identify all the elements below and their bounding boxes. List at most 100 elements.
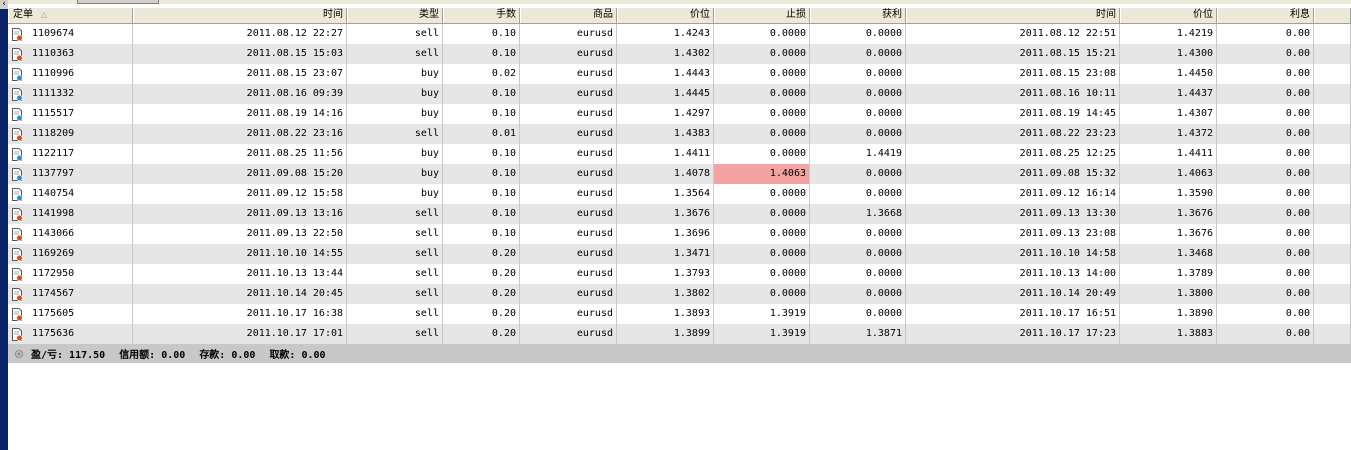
table-row[interactable]: 1109674 2011.08.12 22:27 sell 0.10 eurusd 1.4… [8,24,1351,44]
ticket-cell[interactable]: 1137797 [8,164,133,184]
symbol-cell: eurusd [520,24,617,44]
ticket-cell[interactable]: 1110996 [8,64,133,84]
type-cell: sell [347,244,443,264]
table-row[interactable]: 1140754 2011.09.12 15:58 buy 0.10 eurusd 1.35… [8,184,1351,204]
table-row[interactable]: 1172950 2011.10.13 13:44 sell 0.20 eurusd 1.3… [8,264,1351,284]
close-time-cell: 2011.08.16 10:11 [906,84,1120,104]
close-time-cell: 2011.08.25 12:25 [906,144,1120,164]
table-row[interactable]: 1175605 2011.10.17 16:38 sell 0.20 eurusd 1.3… [8,304,1351,324]
summary-deposit: 存款: 0.00 [199,350,256,361]
ticket-cell[interactable]: 1118209 [8,124,133,144]
close-price-cell: 1.4300 [1120,44,1217,64]
type-cell: sell [347,324,443,344]
swap-cell: 0.00 [1217,144,1314,164]
ticket-cell[interactable]: 1140754 [8,184,133,204]
close-time-cell: 2011.08.15 15:21 [906,44,1120,64]
table-row[interactable]: 1141998 2011.09.13 13:16 sell 0.10 eurusd 1.3… [8,204,1351,224]
close-price-cell: 1.3676 [1120,204,1217,224]
column-header-extra[interactable] [1314,8,1351,23]
table-row[interactable]: 1169269 2011.10.10 14:55 sell 0.20 eurusd 1.3… [8,244,1351,264]
take-profit-cell: 1.3871 [810,324,906,344]
column-header-symbol[interactable]: 商品 [520,8,617,23]
symbol-cell: eurusd [520,324,617,344]
collapse-arrow-icon[interactable]: ‹ [0,0,8,9]
table-row[interactable]: 1174567 2011.10.14 20:45 sell 0.20 eurusd 1.3… [8,284,1351,304]
table-row[interactable]: 1122117 2011.08.25 11:56 buy 0.10 eurusd 1.44… [8,144,1351,164]
sort-ascending-icon: △ [41,10,48,19]
open-price-cell: 1.3696 [617,224,714,244]
stop-loss-cell: 0.0000 [714,124,810,144]
lots-cell: 0.20 [443,284,520,304]
window-tab[interactable] [77,0,159,4]
table-row[interactable]: 1175636 2011.10.17 17:01 sell 0.20 eurusd 1.3… [8,324,1351,344]
table-row[interactable]: 1110363 2011.08.15 15:03 sell 0.10 eurusd 1.4… [8,44,1351,64]
sell-order-icon [12,247,23,261]
table-row[interactable]: 1137797 2011.09.08 15:20 buy 0.10 eurusd 1.40… [8,164,1351,184]
open-price-cell: 1.4445 [617,84,714,104]
column-header-ticket[interactable]: 定单 △ [8,8,133,23]
column-header-open-price[interactable]: 价位 [617,8,714,23]
table-row[interactable]: 1110996 2011.08.15 23:07 buy 0.02 eurusd 1.44… [8,64,1351,84]
lots-cell: 0.10 [443,84,520,104]
ticket-cell[interactable]: 1169269 [8,244,133,264]
ticket-cell[interactable]: 1174567 [8,284,133,304]
sell-order-icon [12,127,23,141]
buy-order-icon [12,107,23,121]
column-header-close-time[interactable]: 时间 [906,8,1120,23]
take-profit-cell: 0.0000 [810,264,906,284]
column-header-stop-loss[interactable]: 止损 [714,8,810,23]
ticket-cell[interactable]: 1175605 [8,304,133,324]
ticket-cell[interactable]: 1141998 [8,204,133,224]
table-row[interactable]: 1115517 2011.08.19 14:16 buy 0.10 eurusd 1.42… [8,104,1351,124]
close-time-cell: 2011.08.12 22:51 [906,24,1120,44]
table-row[interactable]: 1118209 2011.08.22 23:16 sell 0.01 eurusd 1.4… [8,124,1351,144]
swap-cell: 0.00 [1217,224,1314,244]
open-price-cell: 1.4078 [617,164,714,184]
open-time-cell: 2011.10.14 20:45 [133,284,347,304]
table-row[interactable]: 1143066 2011.09.13 22:50 sell 0.10 eurusd 1.3… [8,224,1351,244]
ticket-cell[interactable]: 1110363 [8,44,133,64]
ticket-cell[interactable]: 1172950 [8,264,133,284]
open-price-cell: 1.4243 [617,24,714,44]
column-header-type[interactable]: 类型 [347,8,443,23]
swap-cell: 0.00 [1217,64,1314,84]
type-cell: sell [347,204,443,224]
close-time-cell: 2011.10.10 14:58 [906,244,1120,264]
close-price-cell: 1.4372 [1120,124,1217,144]
table-row[interactable]: 1111332 2011.08.16 09:39 buy 0.10 eurusd 1.44… [8,84,1351,104]
column-header-lots[interactable]: 手数 [443,8,520,23]
sell-order-icon [12,227,23,241]
summary-withdrawal: 取款: 0.00 [269,350,326,361]
lots-cell: 0.20 [443,304,520,324]
column-header-swap[interactable]: 利息 [1217,8,1314,23]
stop-loss-cell: 0.0000 [714,104,810,124]
ticket-cell[interactable]: 1122117 [8,144,133,164]
close-time-cell: 2011.09.12 16:14 [906,184,1120,204]
ticket-cell[interactable]: 1115517 [8,104,133,124]
open-price-cell: 1.4383 [617,124,714,144]
column-header-take-profit[interactable]: 获利 [810,8,906,23]
column-header-open-time[interactable]: 时间 [133,8,347,23]
open-time-cell: 2011.08.15 23:07 [133,64,347,84]
open-price-cell: 1.3564 [617,184,714,204]
swap-cell: 0.00 [1217,24,1314,44]
ticket-number: 1141998 [32,208,75,219]
ticket-cell[interactable]: 1111332 [8,84,133,104]
close-price-cell: 1.4450 [1120,64,1217,84]
ticket-cell[interactable]: 1109674 [8,24,133,44]
open-time-cell: 2011.08.12 22:27 [133,24,347,44]
take-profit-cell: 0.0000 [810,164,906,184]
ticket-cell[interactable]: 1143066 [8,224,133,244]
take-profit-cell: 0.0000 [810,104,906,124]
stop-loss-cell: 0.0000 [714,44,810,64]
ticket-number: 1137797 [32,168,75,179]
symbol-cell: eurusd [520,244,617,264]
swap-cell: 0.00 [1217,244,1314,264]
column-header-close-price[interactable]: 价位 [1120,8,1217,23]
open-time-cell: 2011.08.16 09:39 [133,84,347,104]
type-cell: sell [347,264,443,284]
close-time-cell: 2011.10.13 14:00 [906,264,1120,284]
ticket-cell[interactable]: 1175636 [8,324,133,344]
lots-cell: 0.10 [443,224,520,244]
open-time-cell: 2011.10.17 16:38 [133,304,347,324]
